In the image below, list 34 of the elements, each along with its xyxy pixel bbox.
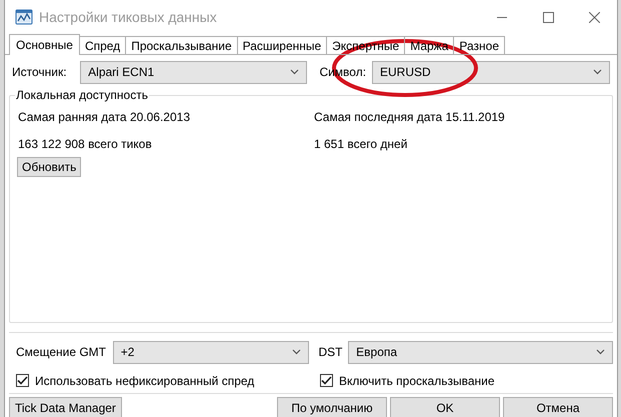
- close-icon[interactable]: [588, 12, 600, 22]
- tab[interactable]: Спред: [80, 36, 126, 55]
- symbol-dropdown[interactable]: EURUSD: [372, 60, 610, 84]
- source-dropdown[interactable]: Alpari ECN1: [80, 60, 308, 84]
- info-text: Самая ранняя дата 20.06.2013: [18, 109, 192, 125]
- chart-window-icon: [15, 9, 33, 25]
- info-text: 163 122 908 всего тиков: [18, 136, 153, 152]
- dialog-button[interactable]: Отмена: [503, 397, 613, 417]
- checkbox[interactable]: [16, 374, 29, 387]
- dst-dropdown[interactable]: Европа: [348, 340, 613, 364]
- field-label: Смещение GMT: [16, 344, 107, 361]
- gmt-offset-dropdown[interactable]: +2: [112, 340, 309, 364]
- caret-icon: [290, 69, 300, 75]
- refresh-button[interactable]: Обновить: [17, 157, 82, 177]
- tab[interactable]: Проскальзывание: [126, 36, 238, 55]
- caret-icon: [596, 349, 605, 355]
- caret-icon: [593, 69, 602, 75]
- info-text: Самая последняя дата 15.11.2019: [314, 109, 506, 125]
- info-text: 1 651 всего дней: [314, 136, 408, 152]
- tab[interactable]: Разное: [454, 36, 505, 55]
- checkbox-label: Использовать нефиксированный спред: [35, 372, 254, 390]
- dialog-button[interactable]: По умолчанию: [277, 397, 387, 417]
- tab[interactable]: Расширенные: [238, 36, 328, 55]
- field-label: DST: [318, 344, 344, 361]
- maximize-icon[interactable]: [542, 12, 554, 22]
- checkbox[interactable]: [320, 374, 333, 387]
- dialog-button[interactable]: Tick Data Manager: [9, 397, 122, 417]
- window-title: Настройки тиковых данных: [39, 8, 217, 27]
- field-label: Источник:: [12, 64, 68, 81]
- checkbox-label: Включить проскальзывание: [339, 372, 494, 390]
- caret-icon: [292, 349, 301, 355]
- minimize-icon[interactable]: [497, 16, 507, 18]
- dialog-button[interactable]: OK: [390, 397, 500, 417]
- tab[interactable]: Основные: [9, 34, 80, 55]
